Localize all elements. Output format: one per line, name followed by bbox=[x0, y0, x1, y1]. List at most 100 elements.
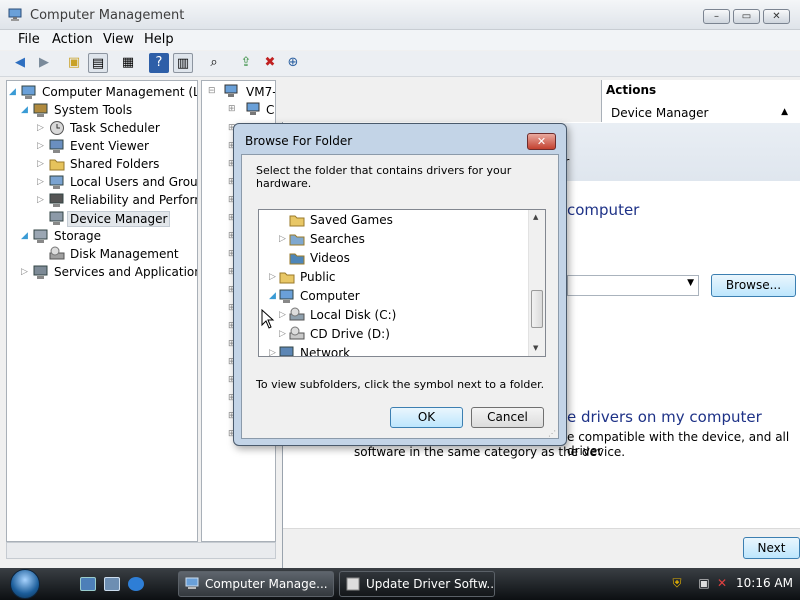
expand-arrow-icon[interactable]: ▷ bbox=[37, 195, 44, 205]
tree-item[interactable]: Disk Management bbox=[7, 245, 197, 263]
computer-management-icon bbox=[21, 85, 36, 99]
cancel-button[interactable]: Cancel bbox=[471, 407, 544, 428]
expand-icon[interactable]: ⊞ bbox=[228, 104, 236, 114]
tree-item[interactable]: ◢ System Tools bbox=[7, 101, 197, 119]
tree-item-vm7-pc[interactable]: ⊟ VM7-PC bbox=[206, 83, 275, 101]
collapse-arrow-icon[interactable]: ◢ bbox=[21, 105, 28, 115]
internet-explorer-icon[interactable] bbox=[128, 577, 144, 591]
back-icon[interactable]: ◀ bbox=[10, 53, 30, 73]
menu-view[interactable]: View bbox=[103, 32, 134, 47]
users-icon bbox=[49, 175, 64, 189]
start-button[interactable] bbox=[10, 569, 40, 599]
folder-tree-item[interactable]: Videos bbox=[259, 249, 527, 267]
resize-grip-icon[interactable]: ⋰ bbox=[548, 429, 556, 438]
tree-item[interactable]: ▷ Task Scheduler bbox=[7, 119, 197, 137]
show-hide-action-pane-icon[interactable]: ▥ bbox=[173, 53, 193, 73]
tree-item[interactable]: ▷ Services and Applications bbox=[7, 263, 197, 281]
expand-arrow-icon[interactable]: ▷ bbox=[37, 177, 44, 187]
help-icon[interactable]: ? bbox=[149, 53, 169, 73]
dialog-title: Browse For Folder bbox=[245, 134, 353, 148]
tree-item-computer[interactable]: ⊞ Computer bbox=[206, 101, 275, 119]
folder-tree-item[interactable]: ▷ CD Drive (D:) bbox=[259, 325, 527, 343]
expand-arrow-icon[interactable]: ▷ bbox=[269, 348, 276, 356]
menu-help[interactable]: Help bbox=[144, 32, 174, 47]
properties-icon[interactable]: ▦ bbox=[118, 53, 138, 73]
folder-tree-scrollbar[interactable]: ▲ ▼ bbox=[528, 210, 545, 356]
taskbar-computer-management[interactable]: Computer Manage... bbox=[178, 571, 334, 597]
collapse-arrow-icon[interactable]: ◢ bbox=[21, 231, 28, 241]
tree-item[interactable]: ▷ Shared Folders bbox=[7, 155, 197, 173]
folder-tree[interactable]: ▷ Network ▷ CD Drive (D:) ▷ Local Disk (C:) ◢ C… bbox=[258, 209, 546, 357]
expand-arrow-icon[interactable]: ▷ bbox=[279, 234, 286, 244]
menu-file[interactable]: File bbox=[18, 32, 40, 47]
scroll-thumb[interactable] bbox=[531, 290, 543, 328]
show-hide-tree-icon[interactable]: ▤ bbox=[88, 53, 108, 73]
tree-item[interactable]: ◢ Storage bbox=[7, 227, 197, 245]
tree-item[interactable]: ▷ Local Users and Groups bbox=[7, 173, 197, 191]
taskbar-clock[interactable]: 10:16 AM bbox=[736, 576, 793, 590]
folder-tree-label: Searches bbox=[310, 232, 365, 246]
tree-item[interactable]: ▷ Event Viewer bbox=[7, 137, 197, 155]
enable-device-icon[interactable]: ⊕ bbox=[283, 53, 303, 73]
tree-item-label: Event Viewer bbox=[70, 139, 149, 153]
uninstall-icon[interactable]: ✖ bbox=[260, 53, 280, 73]
next-button[interactable]: Next bbox=[743, 537, 800, 559]
collapse-arrow-icon[interactable]: ◢ bbox=[269, 291, 276, 301]
expand-arrow-icon[interactable]: ▷ bbox=[37, 123, 44, 133]
expand-arrow-icon[interactable]: ▷ bbox=[37, 159, 44, 169]
tree-item[interactable]: Device Manager bbox=[7, 209, 197, 227]
horizontal-scrollbar[interactable] bbox=[6, 542, 276, 559]
expand-arrow-icon[interactable]: ▷ bbox=[37, 141, 44, 151]
console-tree: ◢ Computer Management (Local ◢ System Tools… bbox=[6, 80, 198, 542]
tools-icon bbox=[33, 103, 48, 117]
security-shield-icon[interactable]: ⛨ bbox=[670, 576, 684, 590]
tree-item-label: Task Scheduler bbox=[70, 121, 160, 135]
computer-icon bbox=[246, 102, 260, 115]
collapse-arrow-icon[interactable]: ◢ bbox=[9, 87, 16, 97]
folder-tree-item[interactable]: ▷ Local Disk (C:) bbox=[259, 306, 527, 324]
path-combobox[interactable]: ▼ bbox=[567, 275, 699, 296]
wizard-option-heading[interactable]: e drivers on my computer bbox=[567, 408, 762, 426]
ok-button[interactable]: OK bbox=[390, 407, 463, 428]
maximize-button[interactable]: ▭ bbox=[733, 9, 760, 24]
folder-tree-label: Videos bbox=[310, 251, 350, 265]
show-desktop-icon[interactable] bbox=[80, 577, 96, 591]
folder-tree-item[interactable]: ▷ Searches bbox=[259, 230, 527, 248]
tree-item[interactable]: ◢ Computer Management (Local bbox=[7, 83, 197, 101]
close-button[interactable]: ✕ bbox=[763, 9, 790, 24]
tree-item[interactable]: ▷ Reliability and Performa bbox=[7, 191, 197, 209]
expand-arrow-icon[interactable]: ▷ bbox=[21, 267, 28, 277]
dialog-close-button[interactable]: ✕ bbox=[527, 133, 556, 150]
chevron-up-icon[interactable]: ▲ bbox=[781, 107, 788, 117]
folder-tree-label: Saved Games bbox=[310, 213, 393, 227]
dropdown-arrow-icon[interactable]: ▼ bbox=[687, 278, 694, 288]
disk-icon bbox=[49, 246, 65, 260]
expand-arrow-icon[interactable]: ▷ bbox=[279, 329, 286, 339]
volume-muted-icon[interactable]: ✕ bbox=[715, 576, 729, 590]
scan-hardware-icon[interactable]: ⌕ bbox=[204, 53, 224, 73]
update-driver-icon[interactable]: ⇪ bbox=[236, 53, 256, 73]
folder-tree-item[interactable]: ▷ Public bbox=[259, 268, 527, 286]
network-status-icon[interactable]: ▣ bbox=[697, 576, 711, 590]
folder-tree-item[interactable]: ◢ Computer bbox=[259, 287, 527, 305]
menu-action[interactable]: Action bbox=[52, 32, 93, 47]
tree-item-label: System Tools bbox=[54, 103, 133, 117]
up-folder-icon[interactable]: ▣ bbox=[64, 53, 84, 73]
performance-icon bbox=[49, 193, 64, 207]
taskbar-update-driver[interactable]: Update Driver Softw... bbox=[339, 571, 495, 597]
actions-device-manager[interactable]: Device Manager bbox=[611, 106, 708, 120]
minimize-button[interactable]: – bbox=[703, 9, 730, 24]
browse-for-folder-dialog: Browse For Folder ✕ Select the folder th… bbox=[233, 123, 567, 446]
folder-tree-item[interactable]: Saved Games bbox=[259, 211, 527, 229]
taskbar-button-label: Computer Manage... bbox=[205, 577, 328, 591]
switch-windows-icon[interactable] bbox=[104, 577, 120, 591]
folder-tree-item[interactable]: ▷ Network bbox=[259, 344, 527, 356]
expand-arrow-icon[interactable]: ▷ bbox=[279, 310, 286, 320]
forward-icon[interactable]: ▶ bbox=[34, 53, 54, 73]
device-manager-icon bbox=[49, 211, 64, 225]
scroll-up-arrow-icon[interactable]: ▲ bbox=[533, 213, 538, 221]
browse-button[interactable]: Browse... bbox=[711, 274, 796, 297]
expand-arrow-icon[interactable]: ▷ bbox=[269, 272, 276, 282]
collapse-icon[interactable]: ⊟ bbox=[208, 86, 216, 96]
scroll-down-arrow-icon[interactable]: ▼ bbox=[533, 344, 538, 352]
